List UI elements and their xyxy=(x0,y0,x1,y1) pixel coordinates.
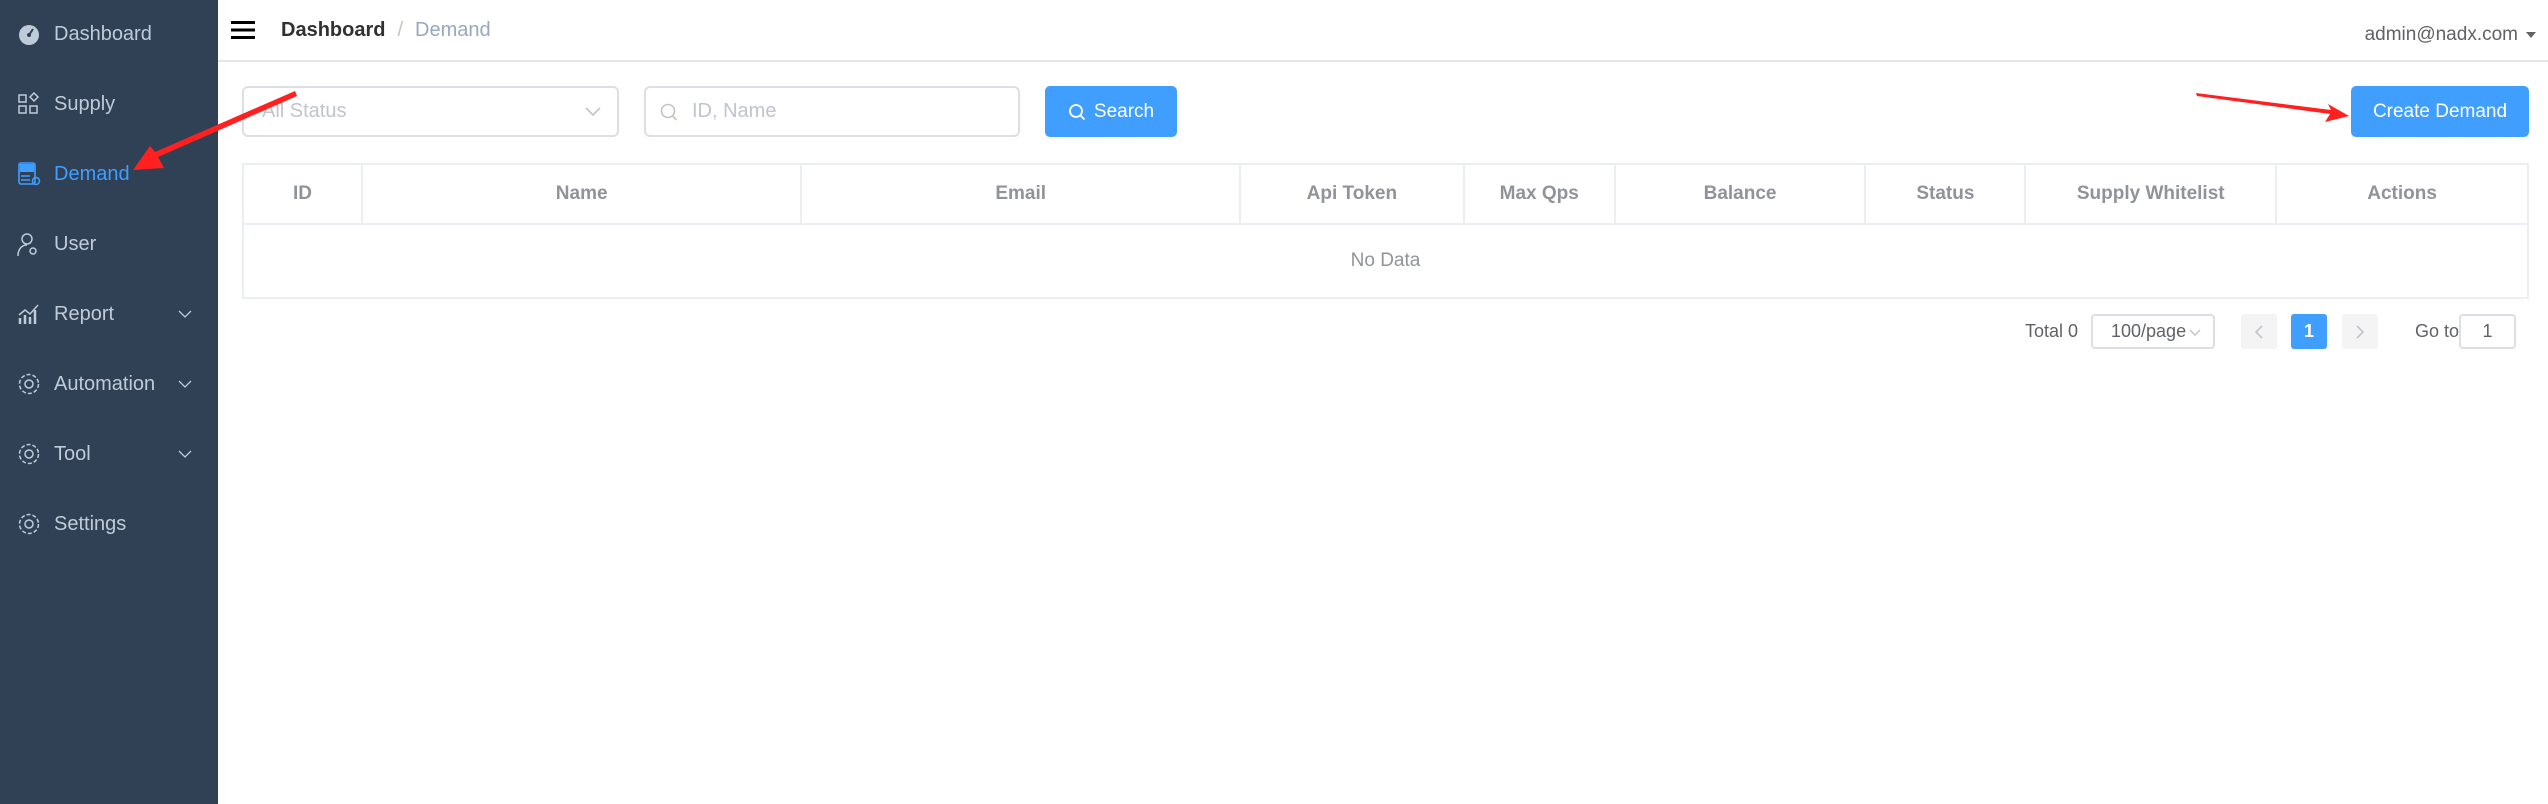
chevron-left-icon xyxy=(2255,324,2263,339)
sidebar-item-tool[interactable]: Tool xyxy=(0,424,218,484)
create-demand-button[interactable]: Create Demand xyxy=(2351,86,2529,137)
goto-label: Go to xyxy=(2415,321,2460,341)
breadcrumb-demand: Demand xyxy=(415,19,491,41)
sidebar-item-label: Settings xyxy=(54,512,127,535)
chevron-down-icon xyxy=(2189,329,2201,336)
next-page-button[interactable] xyxy=(2342,314,2378,349)
column-header-api-token: Api Token xyxy=(1240,164,1465,225)
breadcrumb-separator: / xyxy=(397,19,404,41)
goto-input[interactable]: 1 xyxy=(2459,314,2516,349)
chevron-right-icon xyxy=(2356,324,2364,339)
hamburger-icon[interactable] xyxy=(231,21,255,39)
chevron-down-icon xyxy=(178,380,192,388)
column-header-max-qps: Max Qps xyxy=(1463,164,1616,225)
page-1-button[interactable]: 1 xyxy=(2291,314,2327,349)
search-button[interactable]: Search xyxy=(1045,86,1177,137)
sidebar-item-report[interactable]: Report xyxy=(0,284,218,344)
gear-icon xyxy=(18,373,40,395)
breadcrumb-dashboard[interactable]: Dashboard xyxy=(281,19,385,41)
column-header-supply-whitelist: Supply Whitelist xyxy=(2025,164,2278,225)
header: Dashboard / Demand admin@nadx.com xyxy=(218,0,2548,62)
grid-icon xyxy=(18,92,40,114)
user-menu[interactable]: admin@nadx.com xyxy=(2365,24,2518,46)
page-size-select[interactable]: 100/page xyxy=(2091,314,2215,349)
sidebar-item-label: Demand xyxy=(54,162,130,185)
column-header-name: Name xyxy=(361,164,803,225)
search-icon xyxy=(1068,103,1086,120)
search-placeholder: ID, Name xyxy=(692,100,777,122)
column-header-status: Status xyxy=(1865,164,2027,225)
gear-icon xyxy=(18,443,40,465)
search-icon xyxy=(660,103,678,121)
sidebar-item-supply[interactable]: Supply xyxy=(0,74,218,134)
sidebar-item-label: Dashboard xyxy=(54,22,152,45)
column-header-balance: Balance xyxy=(1614,164,1867,225)
search-input[interactable]: ID, Name xyxy=(644,86,1020,137)
sidebar-item-settings[interactable]: Settings xyxy=(0,494,218,554)
sidebar-item-label: Tool xyxy=(54,442,91,465)
sidebar-item-demand[interactable]: Demand xyxy=(0,144,218,204)
search-button-label: Search xyxy=(1093,100,1155,122)
column-header-actions: Actions xyxy=(2276,164,2529,225)
prev-page-button[interactable] xyxy=(2241,314,2277,349)
page-size-value: 100/page xyxy=(2111,321,2187,341)
sidebar-item-user[interactable]: User xyxy=(0,214,218,274)
caret-down-icon[interactable] xyxy=(2526,32,2536,38)
sidebar-item-label: Automation xyxy=(54,372,156,395)
sidebar-item-dashboard[interactable]: Dashboard xyxy=(0,4,218,64)
status-placeholder: All Status xyxy=(262,100,347,122)
create-demand-label: Create Demand xyxy=(2372,100,2508,122)
column-header-id: ID xyxy=(243,164,363,225)
sidebar-item-label: Report xyxy=(54,302,115,325)
chevron-down-icon xyxy=(178,310,192,318)
user-icon xyxy=(17,233,37,256)
chevron-down-icon xyxy=(585,107,601,117)
annotation-arrow-create xyxy=(2196,93,2349,122)
sidebar-item-label: User xyxy=(54,232,97,255)
gear-icon xyxy=(18,513,40,535)
pagination-total: Total 0 xyxy=(2025,321,2079,341)
sidebar-item-automation[interactable]: Automation xyxy=(0,354,218,414)
chevron-down-icon xyxy=(178,450,192,458)
chart-icon xyxy=(18,304,39,324)
ad-icon xyxy=(18,162,41,186)
status-select[interactable]: All Status xyxy=(242,86,619,137)
dashboard-icon xyxy=(19,25,39,45)
column-header-email: Email xyxy=(801,164,1241,225)
sidebar-item-label: Supply xyxy=(54,92,116,115)
sidebar: Dashboard Supply Demand User Report Automatio… xyxy=(0,0,218,804)
breadcrumb: Dashboard / Demand xyxy=(281,19,491,42)
demand-table: ID Name Email Api Token Max Qps Balance Status… xyxy=(242,163,2529,299)
no-data-text: No Data xyxy=(1350,250,1421,271)
